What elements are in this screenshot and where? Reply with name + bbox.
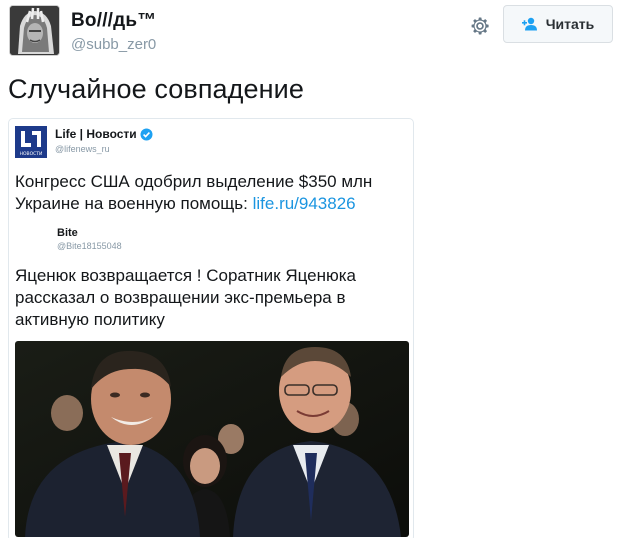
gear-icon[interactable] (468, 14, 492, 38)
quoted-tweet-text: Конгресс США одобрил выделение $350 млн … (15, 171, 411, 215)
quoted-author-name-text: Life | Новости (55, 127, 137, 141)
life-news-logo[interactable]: НОВОСТИ (15, 126, 47, 158)
quoted-link[interactable]: life.ru/943826 (253, 194, 356, 213)
follow-label: Читать (545, 16, 595, 32)
tweet-photo[interactable] (15, 341, 409, 537)
nested-author-handle[interactable]: @Bite18155048 (57, 241, 122, 251)
tweet-header: Bo///дь™ @subb_zer0 Читать (0, 0, 620, 64)
avatar[interactable] (9, 5, 60, 56)
quoted-author-handle[interactable]: @lifenews_ru (55, 144, 110, 154)
display-name[interactable]: Bo///дь™ (71, 10, 157, 32)
person-add-icon (521, 17, 540, 31)
verified-badge-icon (140, 128, 153, 141)
tweet-text: Случайное совпадение (8, 74, 304, 104)
nested-author-name[interactable]: Bite (57, 227, 78, 239)
svg-text:НОВОСТИ: НОВОСТИ (20, 151, 43, 157)
quoted-tweet-card[interactable]: НОВОСТИ Life | Новости @lifenews_ru Конг… (8, 118, 414, 538)
user-handle[interactable]: @subb_zer0 (71, 36, 156, 53)
nested-tweet-text: Яценюк возвращается ! Соратник Яценюка р… (15, 266, 356, 329)
quoted-author-name[interactable]: Life | Новости (55, 127, 153, 141)
follow-button[interactable]: Читать (503, 5, 613, 43)
